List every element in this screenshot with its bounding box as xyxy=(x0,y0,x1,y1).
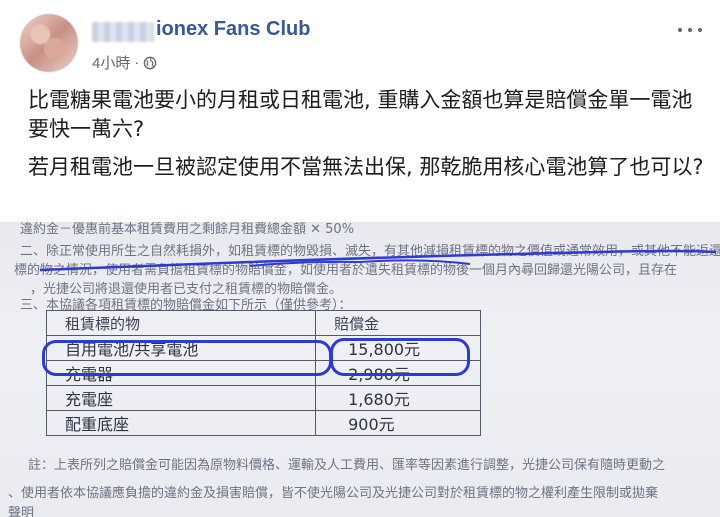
highlight-oval-price xyxy=(330,338,470,376)
blurred-name-prefix xyxy=(92,22,154,42)
post-photo[interactable]: 違約金－優惠前基本租賃費用之剩餘月租費總金額 ✕ 50% 二、除正常使用所生之自… xyxy=(0,222,720,517)
globe-icon[interactable] xyxy=(143,56,157,70)
highlight-oval-item xyxy=(42,340,332,376)
post-paragraph-1: 比電糖果電池要小的月租或日租電池, 重購入金額也算是賠償金單一電池要快一萬六? xyxy=(28,88,693,141)
doc-footer-line: 註：上表所列之賠償金可能因為原物料價格、運輸及人工費用、匯率等因素進行調整，光捷… xyxy=(28,458,666,473)
column-header-compensation: 賠償金 xyxy=(315,310,481,336)
doc-footer-line: 聲明 xyxy=(8,506,35,517)
post-paragraph-2: 若月租電池一旦被認定使用不當無法出保, 那乾脆用核心電池算了也可以? xyxy=(28,155,704,179)
hand-drawn-underline xyxy=(39,249,717,272)
more-options-icon[interactable] xyxy=(676,22,706,38)
column-header-item: 租賃標的物 xyxy=(45,310,317,336)
table-header-row: 租賃標的物 賠償金 xyxy=(45,310,481,336)
item-cell: 充電座 xyxy=(45,385,317,411)
item-cell: 配重底座 xyxy=(45,410,317,436)
post-header: ionex Fans Club 4小時 · xyxy=(0,0,720,80)
price-cell: 1,680元 xyxy=(315,385,481,411)
table-row: 充電座 1,680元 xyxy=(45,385,481,411)
post-timestamp[interactable]: 4小時 xyxy=(92,52,130,73)
avatar[interactable] xyxy=(20,14,78,72)
meta-separator: · xyxy=(134,54,140,71)
price-cell: 900元 xyxy=(315,410,481,436)
page-name-link[interactable]: ionex Fans Club xyxy=(156,18,310,41)
table-row: 配重底座 900元 xyxy=(45,410,481,436)
post-message: 比電糖果電池要小的月租或日租電池, 重購入金額也算是賠償金單一電池要快一萬六? … xyxy=(28,86,708,191)
doc-footer-line: 、使用者依本協議應負擔的違約金及損害賠償，皆不使光陽公司及光捷公司對於租賃標的物… xyxy=(8,486,659,501)
post-meta: 4小時 · xyxy=(92,52,157,73)
